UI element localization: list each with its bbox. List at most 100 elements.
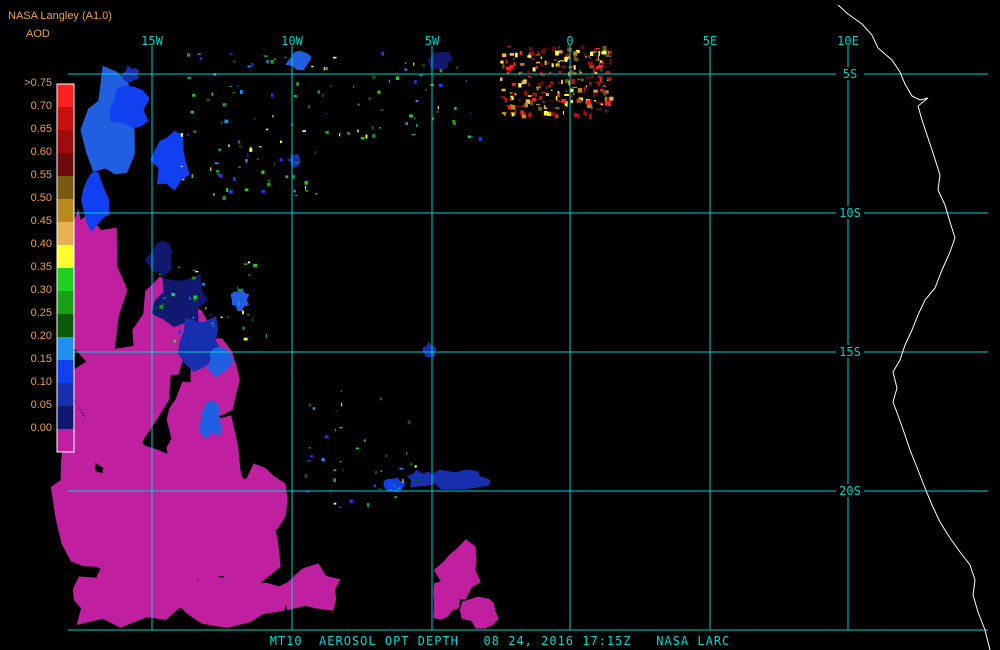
aod-speck	[558, 71, 562, 73]
aod-speck	[379, 127, 381, 129]
aod-speck	[202, 283, 206, 286]
aod-patch	[234, 463, 288, 537]
aod-speck	[599, 78, 602, 83]
aod-speck	[220, 121, 223, 125]
aod-speck	[333, 478, 336, 483]
aod-speck	[305, 190, 308, 192]
legend-swatch	[57, 314, 74, 337]
aod-speck	[577, 100, 582, 103]
legend-label: 0.60	[30, 146, 52, 158]
aod-speck	[589, 114, 592, 119]
aod-speck	[325, 131, 329, 134]
aod-speck	[505, 99, 507, 103]
aod-speck	[593, 48, 596, 52]
aod-speck	[177, 266, 181, 268]
aod-speck	[543, 101, 545, 103]
aod-speck	[591, 112, 593, 114]
legend-swatch	[57, 153, 74, 176]
aod-speck	[304, 181, 308, 185]
aod-speck	[199, 57, 202, 60]
aod-speck	[527, 76, 532, 78]
aod-speck	[582, 92, 586, 95]
aod-speck	[304, 474, 308, 478]
aod-speck	[247, 153, 249, 158]
aod-speck	[193, 295, 198, 299]
aod-speck	[467, 135, 471, 139]
aod-speck	[547, 62, 549, 65]
lon-label: 0	[566, 34, 573, 48]
lon-label: 5W	[425, 34, 440, 48]
aod-speck	[549, 100, 554, 102]
aod-speck	[528, 82, 530, 87]
aod-speck	[187, 53, 191, 57]
aod-speck	[583, 111, 587, 116]
aod-speck	[532, 67, 536, 72]
aod-speck	[197, 53, 201, 55]
aod-speck	[187, 76, 192, 80]
aod-speck	[365, 134, 368, 139]
aod-speck	[325, 113, 327, 115]
aod-speck	[224, 119, 229, 124]
aod-speck	[577, 78, 581, 81]
aod-speck	[609, 96, 614, 101]
aod-speck	[597, 75, 603, 78]
aod-speck	[603, 91, 606, 96]
aod-speck	[466, 80, 468, 82]
aod-speck	[190, 110, 194, 114]
aod-speck	[340, 390, 342, 392]
aod-speck	[538, 107, 542, 111]
aod-speck	[414, 117, 416, 120]
aod-speck	[226, 316, 230, 319]
aod-speck	[583, 86, 585, 91]
legend-label: 0.65	[30, 123, 52, 135]
aod-speck	[249, 148, 253, 152]
aod-speck	[452, 120, 456, 124]
aod-speck	[593, 68, 596, 73]
aod-speck	[211, 322, 214, 325]
aod-speck	[506, 66, 511, 71]
aod-speck	[562, 111, 564, 115]
aod-speck	[521, 104, 525, 107]
legend-swatch	[57, 429, 74, 452]
aod-patch	[144, 240, 173, 278]
aod-speck	[212, 325, 215, 327]
aod-speck	[478, 137, 482, 141]
aod-speck	[341, 402, 343, 407]
aod-speck	[510, 97, 512, 102]
aod-speck	[250, 146, 252, 149]
aod-speck	[598, 65, 603, 69]
aod-speck	[372, 75, 376, 80]
aod-speck	[604, 83, 606, 86]
legend-label: 0.50	[30, 192, 52, 204]
aod-speck	[189, 296, 191, 300]
product-title: NASA Langley (A1.0)	[8, 10, 112, 22]
aod-speck	[371, 125, 374, 130]
aod-speck	[520, 111, 525, 115]
aod-speck	[238, 301, 240, 306]
aod-patch	[428, 469, 491, 490]
aod-speck	[535, 54, 541, 56]
legend-swatch	[57, 176, 74, 199]
aod-speck	[540, 63, 543, 67]
aod-speck	[211, 92, 213, 96]
aod-speck	[512, 58, 515, 61]
aod-speck	[355, 447, 360, 450]
aod-speck	[310, 455, 314, 458]
lon-label: 10W	[281, 34, 303, 48]
aod-speck	[247, 261, 251, 264]
aod-speck	[595, 59, 600, 61]
aod-speck	[513, 62, 516, 67]
aod-speck	[573, 65, 576, 70]
aod-speck	[540, 49, 546, 55]
aod-speck	[515, 52, 518, 58]
aod-speck	[293, 190, 296, 193]
aod-speck	[312, 407, 316, 410]
aod-speck	[393, 484, 396, 487]
aod-speck	[596, 108, 602, 110]
aod-speck	[209, 314, 212, 316]
aod-speck	[594, 55, 598, 57]
aod-speck	[572, 86, 577, 88]
lat-label: 5S	[843, 67, 857, 81]
aod-speck	[521, 80, 527, 85]
aod-speck	[349, 499, 353, 504]
